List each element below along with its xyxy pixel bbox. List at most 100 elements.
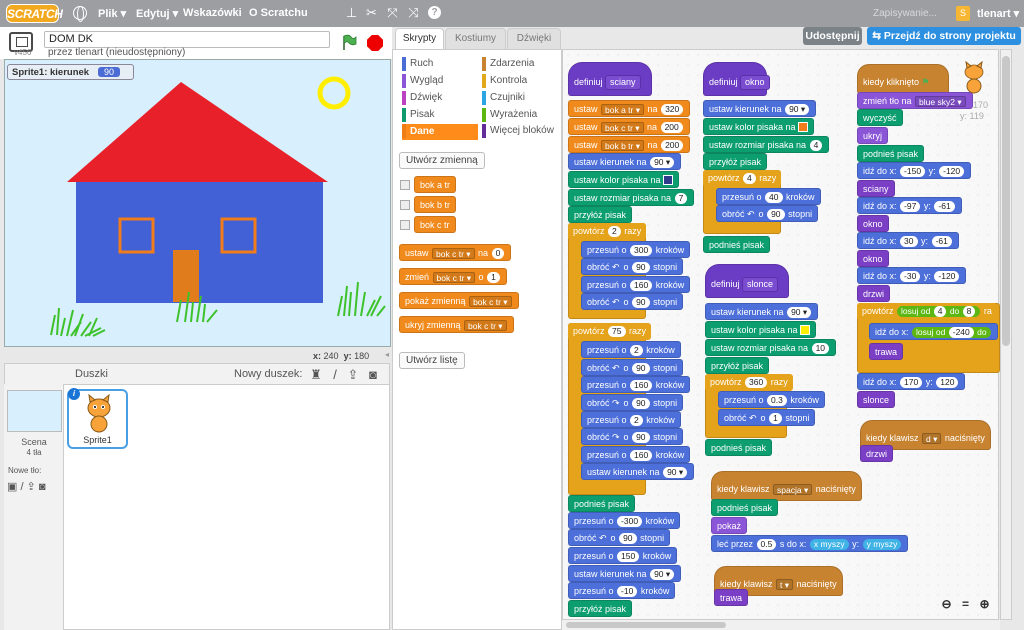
slonce-turn[interactable]: obróć ↶ o 1 stopni xyxy=(718,409,816,426)
sprite-library-icon[interactable]: ♜ xyxy=(309,368,323,382)
zoom-in-icon[interactable]: ⊕ xyxy=(978,598,991,611)
palette-set-var-block[interactable]: ustaw bok c tr ▾ na 0 xyxy=(399,244,512,261)
glide-block[interactable]: leć przez 0.5 s do x: x myszy y: y myszy xyxy=(711,535,909,552)
okno-repeat-header[interactable]: powtórz 4 razy xyxy=(703,170,782,187)
point-direction-block[interactable]: ustaw kierunek na 90 ▾ xyxy=(568,153,682,170)
turn-90-block-6[interactable]: obróć ↶ o 90 stopni xyxy=(568,529,671,546)
pen-down-block[interactable]: przyłóż pisak xyxy=(568,206,633,223)
set-bok-c-block[interactable]: ustaw bok c tr ▾ na 200 xyxy=(568,118,690,135)
call-drzwi-block-2[interactable]: drzwi xyxy=(860,445,894,462)
hide-block[interactable]: ukryj xyxy=(857,127,889,144)
okno-move-40[interactable]: przesuń o 40 kroków xyxy=(716,188,821,205)
user-folder-icon[interactable]: S xyxy=(956,6,970,21)
category-pen[interactable]: Pisak xyxy=(402,108,478,122)
set-bok-a-block[interactable]: ustaw bok a tr ▾ na 320 xyxy=(568,100,691,117)
project-title-input[interactable]: DOM DK xyxy=(44,31,330,48)
turn-90-block-2[interactable]: obróć ↶ o 90 stopni xyxy=(581,293,684,310)
okno-point-direction[interactable]: ustaw kierunek na 90 ▾ xyxy=(703,100,817,117)
call-slonce-block[interactable]: slonce xyxy=(857,391,896,408)
palette-change-var-block[interactable]: zmień bok c tr ▾ o 1 xyxy=(399,268,507,285)
var-reporter-3[interactable]: bok c tr xyxy=(414,216,456,233)
move-2-block[interactable]: przesuń o 2 kroków xyxy=(581,341,681,358)
category-more-blocks[interactable]: Więcej bloków xyxy=(482,124,558,138)
turn-90-block[interactable]: obróć ↶ o 90 stopni xyxy=(581,258,684,275)
menu-about[interactable]: O Scratchu xyxy=(249,7,308,19)
scratch-logo[interactable]: SCRATCH xyxy=(6,4,63,23)
goto-xy-block-3[interactable]: idź do x: 30 y: -61 xyxy=(857,232,959,249)
when-flag-clicked-hat[interactable]: kiedy kliknięto ⚑ xyxy=(857,64,949,94)
move-160-block-3[interactable]: przesuń o 160 kroków xyxy=(581,446,691,463)
move-160-block-2[interactable]: przesuń o 160 kroków xyxy=(581,376,691,393)
tab-sounds[interactable]: Dźwięki xyxy=(507,28,561,50)
set-bok-b-block[interactable]: ustaw bok b tr ▾ na 200 xyxy=(568,136,691,153)
username-menu[interactable]: tlenart ▾ xyxy=(977,7,1019,20)
when-space-hat[interactable]: kiedy klawisz spacja ▾ naciśnięty xyxy=(711,471,862,501)
shrink-icon[interactable]: ⤨ xyxy=(406,5,421,20)
call-okno-block-1[interactable]: okno xyxy=(857,215,889,232)
space-pen-up[interactable]: podnieś pisak xyxy=(711,499,779,516)
slonce-move[interactable]: przesuń o 0.3 kroków xyxy=(718,391,825,408)
call-drzwi-block[interactable]: drzwi xyxy=(857,285,891,302)
category-sound[interactable]: Dźwięk xyxy=(402,91,478,105)
stage-canvas[interactable] xyxy=(4,59,391,347)
move-neg10-block[interactable]: przesuń o -10 kroków xyxy=(568,582,676,599)
set-pen-color-block[interactable]: ustaw kolor pisaka na xyxy=(568,171,679,188)
goto-xy-block-1[interactable]: idź do x: -150 y: -120 xyxy=(857,162,972,179)
scripts-horizontal-scrollbar[interactable] xyxy=(562,620,1000,630)
okno-pen-up[interactable]: podnieś pisak xyxy=(703,236,771,253)
grow-icon[interactable]: ⤧ xyxy=(385,5,400,20)
turn-90-block-3[interactable]: obróć ↶ o 90 stopni xyxy=(581,359,684,376)
category-data[interactable]: Dane xyxy=(402,124,478,140)
palette-show-var-block[interactable]: pokaż zmienną bok c tr ▾ xyxy=(399,292,519,309)
goto-xy-block-4[interactable]: idź do x: -30 y: -120 xyxy=(857,267,967,284)
slonce-pen-down[interactable]: przyłóż pisak xyxy=(705,357,770,374)
category-motion[interactable]: Ruch xyxy=(402,57,478,71)
var-reporter-1[interactable]: bok a tr xyxy=(414,176,457,193)
paint-sprite-icon[interactable]: / xyxy=(328,368,342,382)
make-list-button[interactable]: Utwórz listę xyxy=(399,352,465,369)
sprite-info-icon[interactable]: i xyxy=(68,388,80,400)
goto-xy-block-5[interactable]: idź do x: 170 y: 120 xyxy=(857,373,966,390)
okno-pen-down[interactable]: przyłóż pisak xyxy=(703,153,768,170)
slonce-set-pen-size[interactable]: ustaw rozmiar pisaka na 10 xyxy=(705,339,837,356)
category-looks[interactable]: Wygląd xyxy=(402,74,478,88)
category-events[interactable]: Zdarzenia xyxy=(482,57,558,71)
menu-file[interactable]: Plik ▾ xyxy=(98,7,126,20)
okno-turn-90[interactable]: obróć ↶ o 90 stopni xyxy=(716,205,819,222)
slonce-point-direction[interactable]: ustaw kierunek na 90 ▾ xyxy=(705,303,819,320)
set-pen-size-block[interactable]: ustaw rozmiar pisaka na 7 xyxy=(568,189,695,206)
switch-backdrop-block[interactable]: zmień tło na blue sky2 ▾ xyxy=(857,92,973,109)
make-variable-button[interactable]: Utwórz zmienną xyxy=(399,152,485,169)
var-checkbox-3[interactable] xyxy=(400,220,410,230)
variable-monitor[interactable]: Sprite1: kierunek 90 xyxy=(7,64,134,80)
cut-scissors-icon[interactable]: ✂ xyxy=(364,5,379,20)
define-okno-hat[interactable]: definiuj okno xyxy=(703,62,770,96)
repeat-2-header[interactable]: powtórz 2 razy xyxy=(568,223,647,240)
stage-thumbnail[interactable] xyxy=(7,390,62,432)
call-sciany-block[interactable]: sciany xyxy=(857,180,895,197)
repeat-75-header[interactable]: powtórz 75 razy xyxy=(568,323,652,340)
turn-90-block-5[interactable]: obróć ↷ o 90 stopni xyxy=(581,428,684,445)
slonce-set-pen-color[interactable]: ustaw kolor pisaka na xyxy=(705,321,816,338)
move-300-block[interactable]: przesuń o 300 kroków xyxy=(581,241,691,258)
category-operators[interactable]: Wyrażenia xyxy=(482,108,558,122)
slonce-pen-up[interactable]: podnieś pisak xyxy=(705,439,773,456)
point-direction-block-2[interactable]: ustaw kierunek na 90 ▾ xyxy=(581,463,695,480)
menu-edit[interactable]: Edytuj ▾ xyxy=(136,7,178,20)
clear-block[interactable]: wyczyść xyxy=(857,109,903,126)
call-trawa-block-2[interactable]: trawa xyxy=(714,589,749,606)
var-checkbox-1[interactable] xyxy=(400,180,410,190)
move-160-block[interactable]: przesuń o 160 kroków xyxy=(581,276,691,293)
define-slonce-hat[interactable]: definiuj slonce xyxy=(705,264,789,298)
help-icon[interactable]: ? xyxy=(428,6,441,19)
slonce-repeat-header[interactable]: powtórz 360 razy xyxy=(705,374,793,391)
move-150-block[interactable]: przesuń o 150 kroków xyxy=(568,547,678,564)
menu-tips[interactable]: Wskazówki xyxy=(183,7,242,19)
upload-sprite-icon[interactable]: ⇪ xyxy=(346,368,360,382)
var-checkbox-2[interactable] xyxy=(400,200,410,210)
goto-random-x-block[interactable]: idź do x: losuj od -240 do xyxy=(869,323,998,340)
okno-set-pen-color[interactable]: ustaw kolor pisaka na xyxy=(703,118,814,135)
scripts-vertical-scrollbar[interactable] xyxy=(1000,49,1012,620)
call-okno-block-2[interactable]: okno xyxy=(857,250,889,267)
pen-up-block[interactable]: podnieś pisak xyxy=(568,495,636,512)
